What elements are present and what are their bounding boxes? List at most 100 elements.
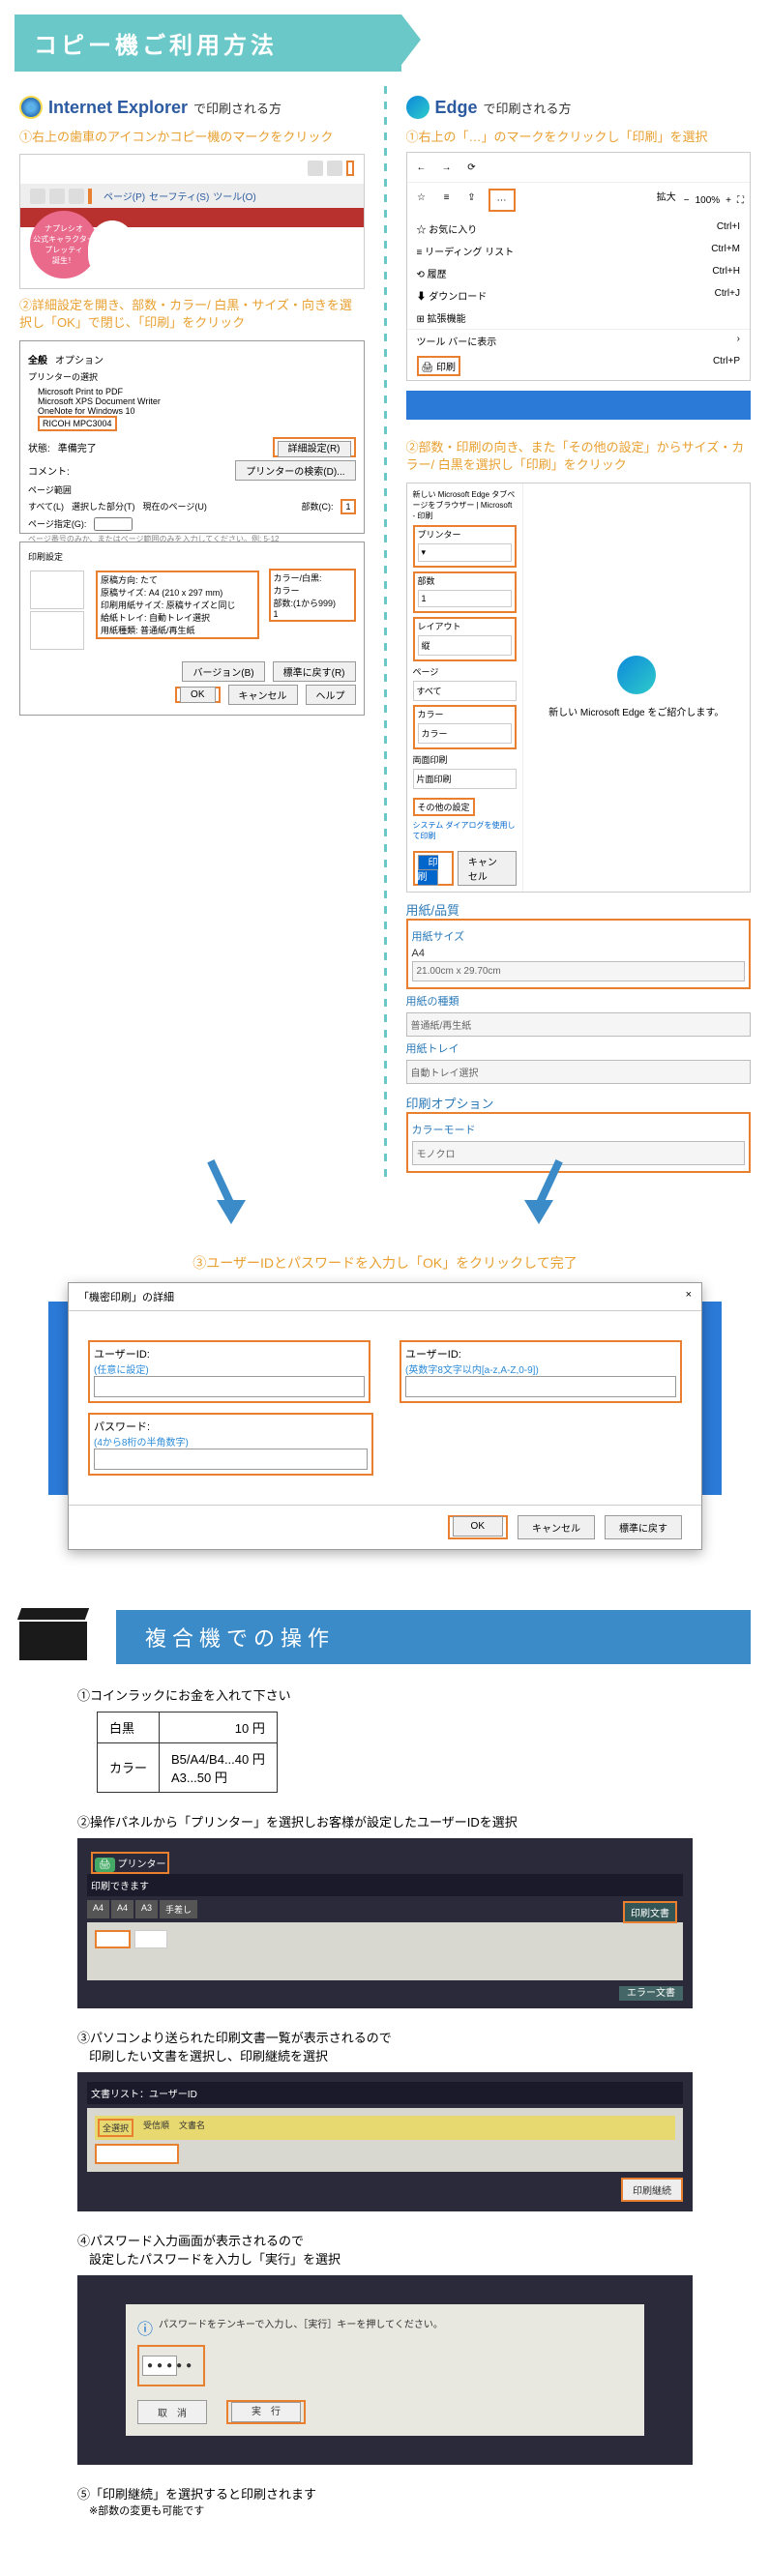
star-icon[interactable] (327, 161, 342, 176)
range-sel[interactable]: 選択した部分(T) (72, 500, 135, 512)
type-select[interactable]: 普通紙/再生紙 (406, 1012, 752, 1037)
userid2-input[interactable] (405, 1376, 676, 1397)
pw-input[interactable]: ●●●●● (142, 2356, 177, 2376)
paper-quality-section: 用紙/品質 用紙サイズ A4 21.00cm x 29.70cm 用紙の種類 普… (406, 900, 752, 1173)
std-button[interactable]: 標準に戻す(R) (273, 661, 356, 682)
info-icon: ⓘ (137, 2316, 153, 2339)
continue-print-button[interactable]: 印刷継続 (621, 2178, 683, 2202)
printer-opt[interactable]: Microsoft XPS Document Writer (38, 396, 356, 406)
reset-button[interactable]: 標準に戻す (605, 1515, 682, 1539)
printer-opt[interactable]: Microsoft Print to PDF (38, 387, 356, 396)
layout-select[interactable]: 縦 (418, 635, 512, 656)
ie-title: Internet Explorer (48, 98, 188, 118)
star-icon[interactable]: ☆ (413, 189, 430, 206)
share-icon[interactable]: ⇪ (463, 189, 481, 206)
zoom-in[interactable]: + (726, 195, 731, 206)
userid-input[interactable] (94, 1376, 365, 1397)
feed-icon[interactable] (49, 189, 65, 204)
login-dialog-wrap: 「機密印刷」の詳細 × ユーザーID: (任意に設定) ユーザーID: (英数字… (48, 1282, 722, 1550)
reload-icon[interactable]: ⟳ (463, 159, 481, 176)
mfp-step1: ①コインラックにお金を入れて下さい (77, 1685, 693, 1704)
fwd-icon[interactable]: → (438, 159, 456, 176)
arrow-icon (217, 1200, 246, 1224)
range-cur[interactable]: 現在のページ(U) (143, 500, 207, 512)
price-table: 白黒10 円 カラーB5/A4/B4...40 円A3...50 円 (97, 1712, 278, 1793)
printer-selected[interactable]: RICOH MPC3004 (38, 416, 117, 431)
size-select[interactable]: 21.00cm x 29.70cm (412, 961, 746, 981)
edge-heading: Edge で印刷される方 (406, 96, 752, 119)
find-printer-button[interactable]: プリンターの検索(D)... (235, 460, 355, 481)
page-title-banner: コピー機ご利用方法 (15, 15, 401, 72)
range-all[interactable]: すべて(L) (28, 500, 64, 512)
cancel-button[interactable]: キャンセル (228, 685, 298, 705)
tray-manual[interactable]: 手差し (160, 1900, 197, 1918)
pages-input[interactable] (94, 517, 133, 531)
password-input[interactable] (94, 1449, 368, 1470)
mail-icon[interactable] (69, 189, 84, 204)
panel-screenshot-4: ⓘ パスワードをテンキーで入力し、［実行］キーを押してください。 ●●●●● 取… (77, 2275, 693, 2465)
edge-print-dialog: 新しい Microsoft Edge タブページをブラウザー | Microso… (406, 483, 752, 893)
copies-field[interactable]: 1 (274, 609, 351, 619)
pw-cancel-button[interactable]: 取 消 (137, 2400, 207, 2424)
close-icon[interactable]: × (686, 1289, 692, 1304)
ie-column: Internet Explorer で印刷される方 ①右上の歯車のアイコンかコピ… (19, 86, 365, 1181)
printer-tab-icon[interactable]: 🖨 (95, 1858, 115, 1872)
tray-a3[interactable]: A3 (135, 1900, 158, 1918)
job-item[interactable] (134, 1930, 168, 1948)
mascot-icon (88, 220, 136, 278)
err-button[interactable]: エラー文書 (619, 1986, 683, 2001)
other-settings[interactable]: その他の設定 (418, 803, 470, 812)
ie-screenshot-1: ページ(P) セーフティ(S) ツール(O) ナプレシオ 公式キャラクター プレ… (19, 154, 365, 289)
copies-input[interactable]: 1 (418, 590, 512, 607)
select-all-button[interactable]: 全選択 (98, 2119, 133, 2137)
ok-button[interactable]: OK (453, 1516, 503, 1537)
edge-cancel-button[interactable]: キャンセル (458, 851, 517, 886)
tb-tools[interactable]: ツール(O) (213, 189, 255, 204)
panel-screenshot-3: 文書リスト：ユーザーID 全選択 受信順 文書名 印刷継続 (77, 2072, 693, 2211)
pages-select[interactable]: すべて (413, 681, 517, 701)
edge-icon (406, 96, 429, 119)
pw-exec-button[interactable]: 実 行 (231, 2402, 301, 2422)
edge-title: Edge (435, 98, 478, 118)
duplex-select[interactable]: 片面印刷 (413, 769, 517, 789)
banner-text: コピー機ご利用方法 (34, 33, 278, 59)
tb-page[interactable]: ページ(P) (104, 189, 145, 204)
home2-icon[interactable] (30, 189, 45, 204)
version-button[interactable]: バージョン(B) (182, 661, 264, 682)
doc-row[interactable] (95, 2144, 179, 2164)
mfp-step5: ⑤「印刷継続」を選択すると印刷されます ※部数の変更も可能です (77, 2484, 693, 2518)
edge-column: Edge で印刷される方 ①右上の「…」のマークをクリックし「印刷」を選択 ← … (406, 86, 752, 1181)
detail-button[interactable]: 詳細設定(R) (278, 441, 351, 457)
read-icon[interactable]: ≡ (438, 189, 456, 206)
arrow-icon (524, 1200, 553, 1224)
tb-safety[interactable]: セーフティ(S) (149, 189, 209, 204)
zoom-out[interactable]: − (684, 195, 690, 206)
ie-sub: で印刷される方 (193, 99, 281, 117)
step3-text: ③ユーザーIDとパスワードを入力し「OK」をクリックして完了 (0, 1253, 770, 1273)
back-icon[interactable]: ← (413, 159, 430, 176)
column-divider (384, 86, 387, 1181)
home-icon[interactable] (308, 161, 323, 176)
ie-icon (19, 96, 43, 119)
panel-screenshot-2: 🖨 プリンター 印刷できます A4 A4 A3 手差し 印刷文書 エラー文書 (77, 1838, 693, 2008)
tray-select[interactable]: 自動トレイ選択 (406, 1060, 752, 1084)
printer-opt[interactable]: OneNote for Windows 10 (38, 406, 356, 416)
copies-input[interactable]: 1 (341, 499, 355, 514)
tray-a4[interactable]: A4 (87, 1900, 109, 1918)
jobs-button[interactable]: 印刷文書 (623, 1901, 677, 1923)
more-icon[interactable]: ⋯ (493, 191, 511, 209)
printer-select[interactable]: ▾ (418, 543, 512, 562)
job-item[interactable] (95, 1930, 131, 1948)
colormode-select[interactable]: モノクロ (412, 1141, 746, 1165)
sys-dialog-link[interactable]: システム ダイアログを使用して印刷 (413, 820, 517, 841)
ie-print-dialog: 全般 オプション プリンターの選択 Microsoft Print to PDF… (19, 340, 365, 534)
help-button[interactable]: ヘルプ (306, 685, 356, 705)
scanner-icon (19, 1608, 97, 1666)
fullscreen-icon[interactable]: ⛶ (737, 195, 744, 206)
color-select[interactable]: カラー (418, 723, 512, 744)
cancel-button[interactable]: キャンセル (518, 1515, 595, 1539)
ok-button[interactable]: OK (180, 687, 215, 703)
tray-a4[interactable]: A4 (111, 1900, 133, 1918)
edge-print-menu[interactable]: 印刷 (436, 363, 456, 373)
edge-print-button[interactable]: 印刷 (418, 855, 438, 886)
